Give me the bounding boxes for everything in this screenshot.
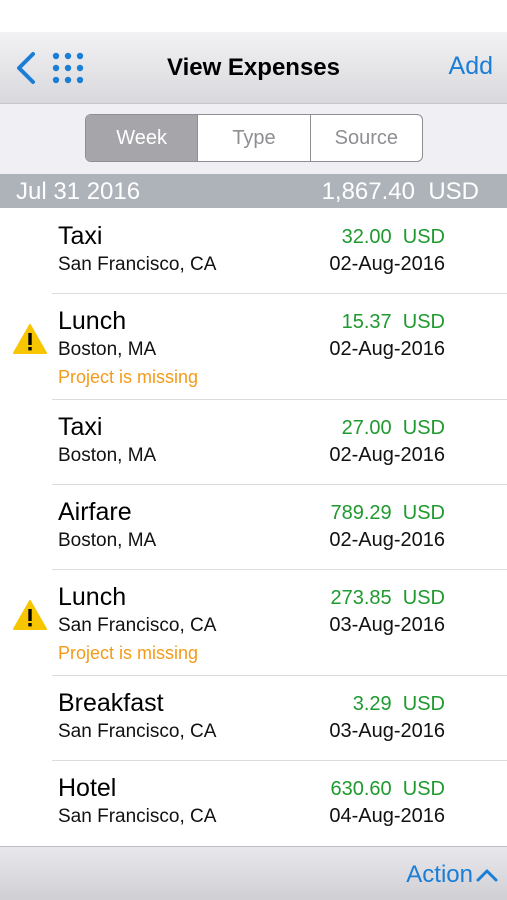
status-bar-area bbox=[0, 0, 507, 32]
action-button[interactable]: Action bbox=[406, 861, 499, 889]
expense-location: San Francisco, CA bbox=[58, 254, 217, 275]
expense-name: Airfare bbox=[58, 498, 132, 526]
expense-name: Hotel bbox=[58, 774, 117, 802]
back-button[interactable] bbox=[8, 48, 44, 88]
expense-amount: 27.00 USD bbox=[341, 417, 445, 439]
expense-name: Taxi bbox=[58, 222, 103, 250]
expense-amount: 789.29 USD bbox=[330, 502, 445, 524]
expense-amount: 15.37 USD bbox=[341, 311, 445, 333]
expense-date: 02-Aug-2016 bbox=[329, 253, 445, 275]
section-total: 1,867.40 USD bbox=[321, 178, 479, 205]
expense-name: Taxi bbox=[58, 413, 103, 441]
expense-date: 02-Aug-2016 bbox=[329, 444, 445, 466]
chevron-up-icon bbox=[476, 869, 498, 882]
expense-row[interactable]: Taxi Boston, MA 27.00 USD 02-Aug-2016 bbox=[0, 399, 507, 485]
grid-icon bbox=[52, 52, 84, 84]
section-header: Jul 31 2016 1,867.40 USD bbox=[0, 174, 507, 208]
expense-row[interactable]: Lunch San Francisco, CA Project is missi… bbox=[0, 569, 507, 676]
expense-location: San Francisco, CA bbox=[58, 615, 217, 636]
expense-name: Lunch bbox=[58, 307, 127, 335]
expense-row[interactable]: Hotel San Francisco, CA 630.60 USD 04-Au… bbox=[0, 760, 507, 845]
warning-message: Project is missing bbox=[58, 367, 199, 387]
warning-icon bbox=[13, 324, 47, 354]
segment-week[interactable]: Week bbox=[86, 115, 198, 161]
expense-row[interactable]: Lunch Boston, MA Project is missing 15.3… bbox=[0, 293, 507, 400]
expense-date: 03-Aug-2016 bbox=[329, 614, 445, 636]
expense-amount: 32.00 USD bbox=[341, 226, 445, 248]
expense-date: 03-Aug-2016 bbox=[329, 720, 445, 742]
segment-source[interactable]: Source bbox=[309, 115, 422, 161]
action-label: Action bbox=[406, 861, 473, 888]
navigation-bar: View Expenses Add bbox=[0, 32, 507, 104]
expense-amount: 630.60 USD bbox=[330, 778, 445, 800]
expense-row[interactable]: Taxi San Francisco, CA 32.00 USD 02-Aug-… bbox=[0, 208, 507, 294]
expense-location: Boston, MA bbox=[58, 339, 157, 360]
expense-row[interactable]: Airfare Boston, MA 789.29 USD 02-Aug-201… bbox=[0, 484, 507, 570]
warning-message: Project is missing bbox=[58, 643, 199, 663]
expense-location: Boston, MA bbox=[58, 445, 157, 466]
expense-date: 04-Aug-2016 bbox=[329, 805, 445, 827]
expense-location: San Francisco, CA bbox=[58, 806, 217, 827]
expense-name: Breakfast bbox=[58, 689, 164, 717]
expense-date: 02-Aug-2016 bbox=[329, 338, 445, 360]
segmented-control: Week Type Source bbox=[85, 114, 423, 162]
expense-amount: 273.85 USD bbox=[330, 587, 445, 609]
expense-name: Lunch bbox=[58, 583, 127, 611]
bottom-toolbar: Action bbox=[0, 846, 507, 900]
add-button[interactable]: Add bbox=[449, 52, 493, 81]
expense-date: 02-Aug-2016 bbox=[329, 529, 445, 551]
segment-bar: Week Type Source bbox=[0, 104, 507, 174]
section-date: Jul 31 2016 bbox=[16, 178, 141, 205]
expense-list: Taxi San Francisco, CA 32.00 USD 02-Aug-… bbox=[0, 208, 507, 845]
chevron-left-icon bbox=[17, 52, 35, 84]
warning-icon bbox=[13, 600, 47, 630]
expense-location: Boston, MA bbox=[58, 530, 157, 551]
expense-row[interactable]: Breakfast San Francisco, CA 3.29 USD 03-… bbox=[0, 675, 507, 761]
segment-type[interactable]: Type bbox=[197, 115, 309, 161]
expense-amount: 3.29 USD bbox=[352, 693, 445, 715]
expense-location: San Francisco, CA bbox=[58, 721, 217, 742]
grid-menu-button[interactable] bbox=[50, 50, 86, 86]
